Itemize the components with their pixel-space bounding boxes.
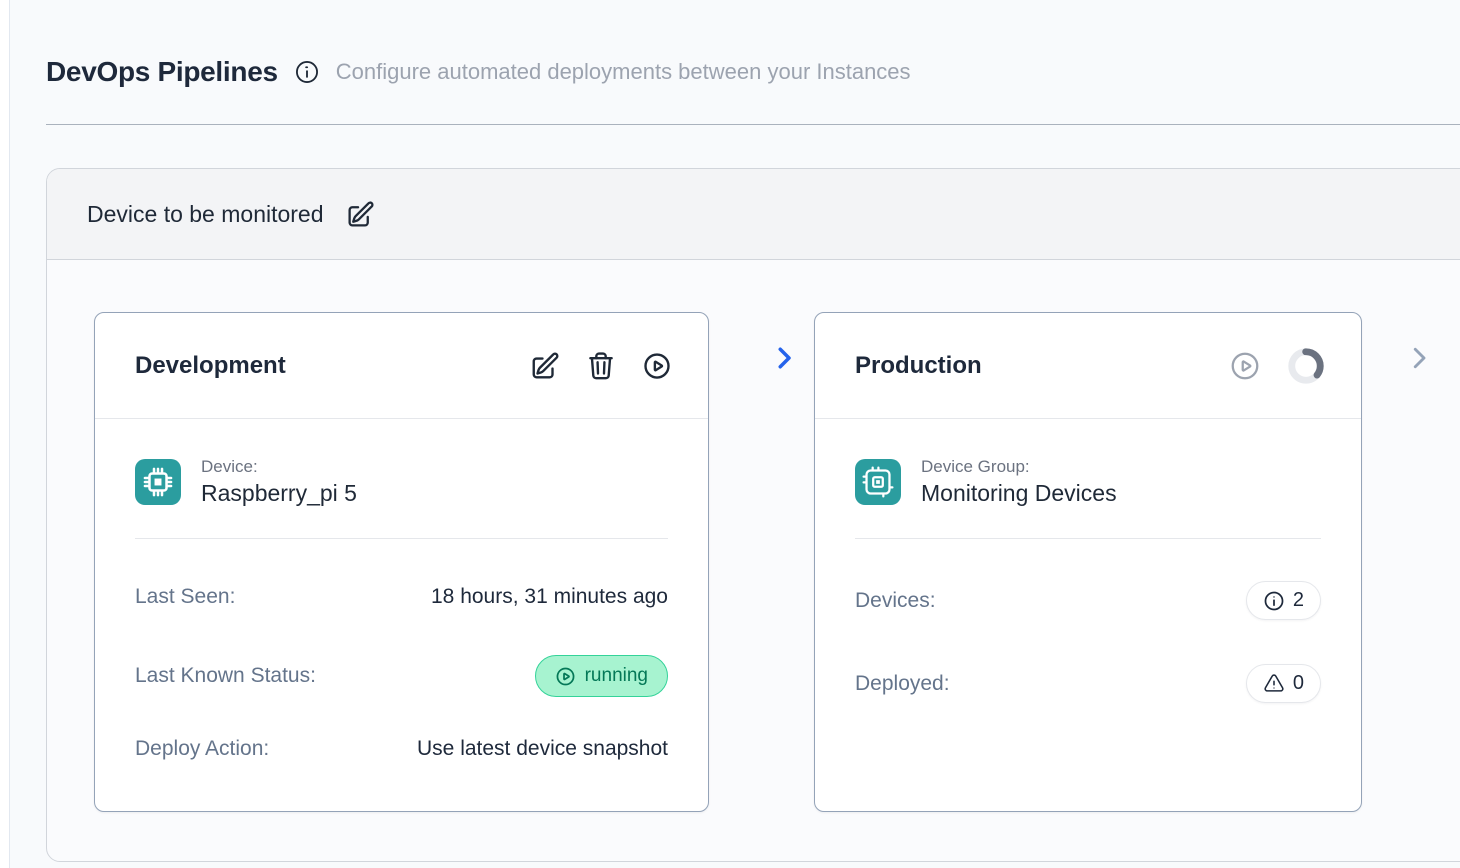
spinner-icon: [1287, 347, 1325, 385]
development-card-body: Device: Raspberry_pi 5 Last Seen: 18 hou…: [95, 419, 708, 761]
trash-icon[interactable]: [586, 351, 616, 381]
chip-icon: [135, 459, 181, 505]
deployed-row: Deployed: 0: [855, 664, 1321, 703]
last-seen-value: 18 hours, 31 minutes ago: [431, 585, 668, 609]
info-circle-icon: [1263, 590, 1285, 612]
device-info: Device: Raspberry_pi 5: [201, 457, 357, 507]
status-badge: running: [535, 655, 668, 697]
deploy-action-value: Use latest device snapshot: [417, 737, 668, 761]
info-circle-icon[interactable]: [294, 59, 320, 85]
production-card-title: Production: [855, 352, 982, 380]
device-row: Device: Raspberry_pi 5: [135, 459, 668, 505]
device-group-name: Monitoring Devices: [921, 480, 1117, 507]
device-group-info: Device Group: Monitoring Devices: [921, 457, 1117, 507]
panel-title: Device to be monitored: [87, 201, 324, 228]
page-header: DevOps Pipelines Configure automated dep…: [46, 56, 911, 88]
status-badge-text: running: [585, 665, 648, 687]
development-card-actions: [530, 351, 672, 381]
development-card-header: Development: [95, 313, 708, 419]
last-seen-row: Last Seen: 18 hours, 31 minutes ago: [135, 585, 668, 609]
production-card-actions: [1229, 347, 1325, 385]
device-group-label: Device Group:: [921, 457, 1117, 477]
edit-square-icon[interactable]: [530, 351, 560, 381]
devices-label: Devices:: [855, 589, 936, 613]
panel-header: Device to be monitored: [47, 169, 1460, 260]
deployed-count: 0: [1293, 672, 1304, 695]
last-seen-label: Last Seen:: [135, 585, 235, 609]
deployed-label: Deployed:: [855, 672, 950, 696]
devices-count: 2: [1293, 589, 1304, 612]
chip-group-icon: [855, 459, 901, 505]
status-row: Last Known Status: running: [135, 655, 668, 697]
play-circle-icon[interactable]: [1229, 350, 1261, 382]
deploy-action-label: Deploy Action:: [135, 737, 269, 761]
main-content: DevOps Pipelines Configure automated dep…: [9, 0, 1460, 868]
device-name: Raspberry_pi 5: [201, 480, 357, 507]
card-divider: [135, 538, 668, 539]
devices-row: Devices: 2: [855, 581, 1321, 620]
play-circle-icon[interactable]: [642, 351, 672, 381]
production-card-body: Device Group: Monitoring Devices Devices…: [815, 419, 1361, 703]
production-card-header: Production: [815, 313, 1361, 419]
device-label: Device:: [201, 457, 357, 477]
warning-triangle-icon: [1263, 673, 1285, 695]
deployed-count-badge[interactable]: 0: [1246, 664, 1321, 703]
deploy-action-row: Deploy Action: Use latest device snapsho…: [135, 737, 668, 761]
edit-square-icon[interactable]: [346, 200, 375, 229]
development-card: Development: [94, 312, 709, 812]
pipeline-arrow-icon: [769, 343, 799, 373]
production-card: Production: [814, 312, 1362, 812]
development-card-title: Development: [135, 352, 286, 380]
next-arrow-icon[interactable]: [1404, 343, 1434, 373]
status-label: Last Known Status:: [135, 664, 316, 688]
card-divider: [855, 538, 1321, 539]
play-circle-icon: [555, 666, 576, 687]
device-group-row: Device Group: Monitoring Devices: [855, 459, 1321, 505]
page-subtitle: Configure automated deployments between …: [336, 59, 911, 85]
devices-count-badge[interactable]: 2: [1246, 581, 1321, 620]
header-divider: [46, 124, 1460, 125]
page-title: DevOps Pipelines: [46, 56, 278, 88]
